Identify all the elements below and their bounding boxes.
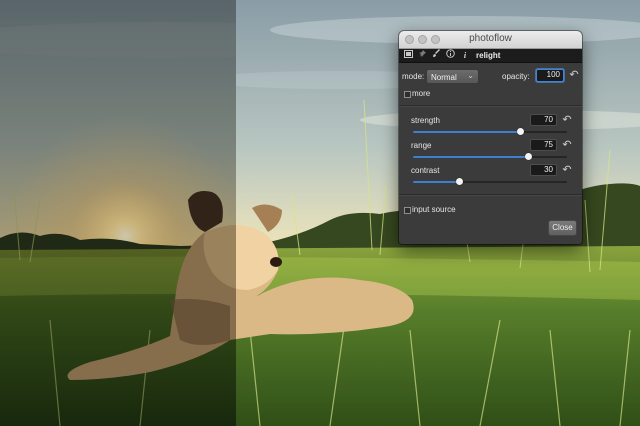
pin-icon[interactable]	[416, 49, 428, 62]
more-label[interactable]: more	[412, 89, 430, 98]
opacity-label: opacity:	[502, 72, 530, 81]
strength-label: strength	[411, 116, 440, 125]
range-slider-fill	[413, 156, 529, 158]
relight-dialog: photoflow i relight mode: Normal ⌄ opaci…	[399, 31, 582, 244]
brush-icon[interactable]	[430, 49, 442, 62]
range-label: range	[411, 141, 432, 150]
opacity-input[interactable]: 100	[536, 69, 564, 82]
divider	[399, 105, 582, 107]
strength-slider-thumb[interactable]	[517, 128, 525, 135]
opacity-reset-icon[interactable]: ↶	[568, 69, 580, 81]
contrast-slider-fill	[413, 181, 460, 183]
strength-slider[interactable]	[413, 128, 567, 135]
image-icon[interactable]	[402, 49, 414, 62]
before-preview	[0, 0, 236, 426]
window-title: photoflow	[469, 33, 512, 44]
blend-mode-value: Normal	[431, 73, 457, 82]
contrast-label: contrast	[411, 166, 440, 175]
strength-input[interactable]: 70	[530, 114, 557, 126]
mode-label: mode:	[402, 72, 425, 81]
chevron-down-icon: ⌄	[467, 71, 474, 80]
contrast-input[interactable]: 30	[530, 164, 557, 176]
range-input[interactable]: 75	[530, 139, 557, 151]
range-slider-thumb[interactable]	[525, 153, 532, 160]
range-slider[interactable]	[413, 153, 567, 160]
info-circle-icon[interactable]	[444, 49, 456, 62]
dialog-toolbar: i relight	[399, 49, 582, 63]
window-titlebar[interactable]: photoflow	[399, 31, 582, 49]
range-reset-icon[interactable]: ↶	[561, 139, 573, 151]
strength-slider-fill	[413, 131, 521, 133]
divider	[399, 194, 582, 196]
layer-name: relight	[476, 51, 501, 60]
contrast-reset-icon[interactable]: ↶	[561, 164, 573, 176]
dog-in-grass-photo	[0, 0, 236, 426]
blend-mode-select[interactable]: Normal ⌄	[426, 69, 479, 84]
input-source-label[interactable]: input source	[412, 205, 456, 214]
info-icon[interactable]: i	[459, 49, 471, 62]
close-button[interactable]: Close	[548, 220, 577, 236]
more-expander-icon[interactable]	[404, 91, 411, 98]
contrast-slider[interactable]	[413, 178, 567, 185]
contrast-slider-thumb[interactable]	[455, 178, 463, 185]
strength-reset-icon[interactable]: ↶	[561, 114, 573, 126]
input-source-expander-icon[interactable]	[404, 207, 411, 214]
